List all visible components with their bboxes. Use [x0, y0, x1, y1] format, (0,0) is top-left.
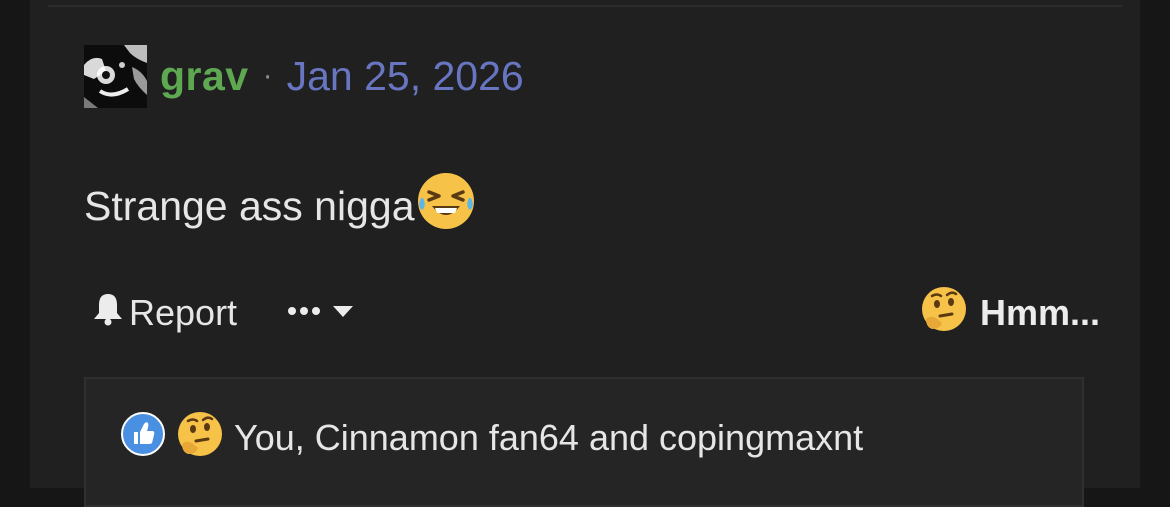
post-message: Strange ass nigga — [84, 173, 477, 238]
message-text: Strange ass nigga — [84, 182, 415, 229]
chevron-down-icon — [331, 304, 355, 323]
post-date[interactable]: Jan 25, 2026 — [287, 53, 524, 100]
more-options-button[interactable] — [287, 304, 355, 323]
post-actions: Report Hmm... — [92, 286, 1100, 340]
laughing-tears-emoji — [415, 170, 477, 242]
bell-icon — [92, 292, 124, 335]
divider — [48, 5, 1122, 7]
reaction-button[interactable]: Hmm... — [920, 285, 1100, 342]
thinking-face-emoji — [920, 285, 968, 342]
post-header: grav · Jan 25, 2026 — [84, 44, 524, 108]
thinking-face-emoji — [176, 410, 224, 467]
reactions-users: You, Cinnamon fan64 and copingmaxnt — [234, 417, 864, 458]
reactions-row: You, Cinnamon fan64 and copingmaxnt — [120, 411, 864, 466]
reaction-label: Hmm... — [979, 292, 1100, 333]
like-icon — [120, 411, 166, 466]
ellipsis-icon — [287, 304, 325, 322]
post-card: grav · Jan 25, 2026 Strange ass nigga Re… — [30, 0, 1140, 507]
author-name[interactable]: grav — [160, 53, 249, 100]
avatar[interactable] — [84, 44, 147, 108]
report-button[interactable]: Report — [92, 292, 237, 335]
report-label: Report — [129, 292, 238, 333]
separator: · — [262, 59, 273, 92]
